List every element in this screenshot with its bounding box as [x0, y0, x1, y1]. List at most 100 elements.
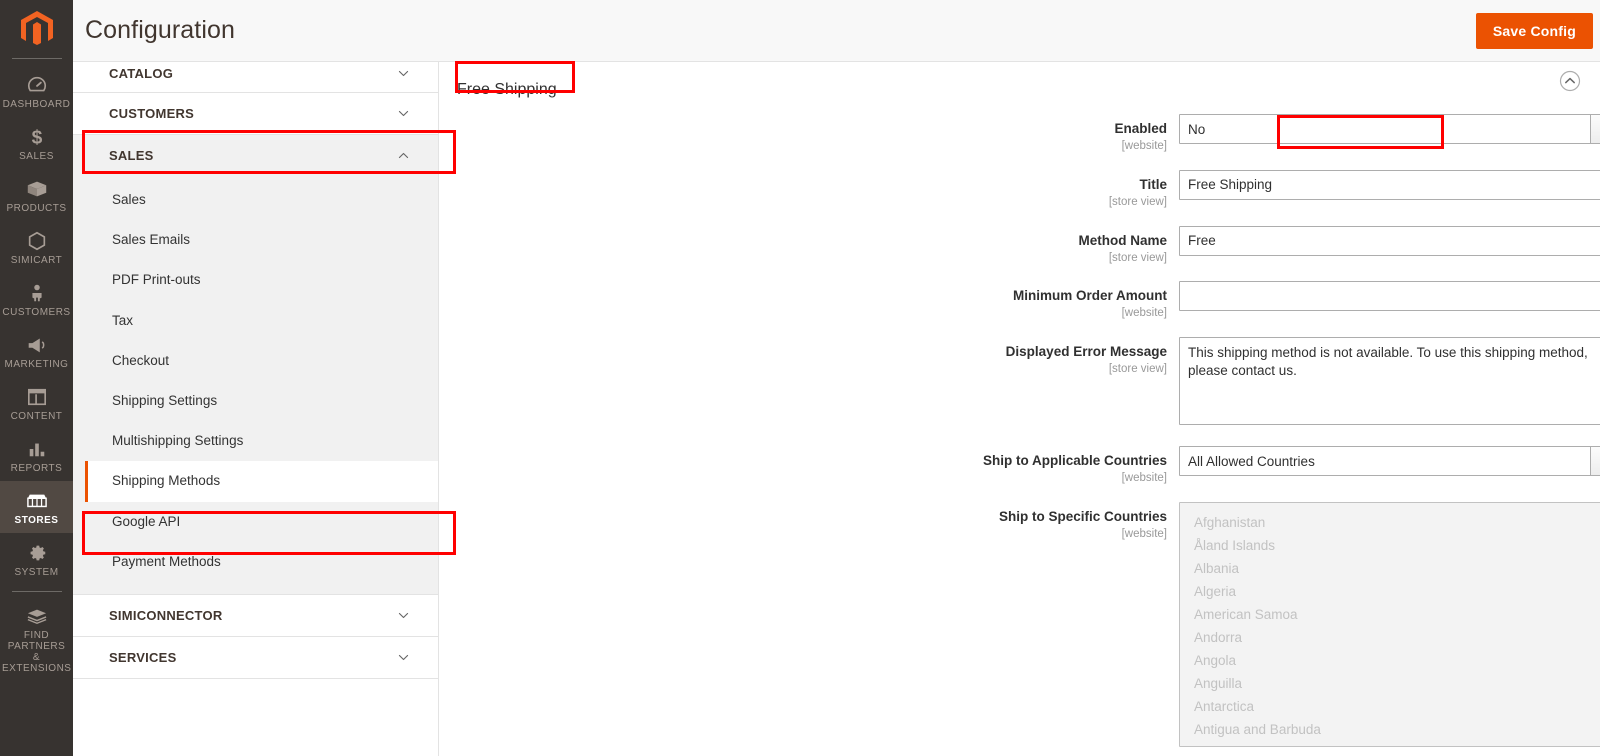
- minimum-order-amount-input[interactable]: [1179, 281, 1600, 312]
- country-option[interactable]: Afghanistan: [1180, 511, 1600, 534]
- displayed-error-message-textarea[interactable]: This shipping method is not available. T…: [1179, 337, 1600, 426]
- bar-chart-icon: [2, 437, 71, 461]
- chevron-down-icon: [397, 651, 410, 664]
- nav-item-sales-emails[interactable]: Sales Emails: [73, 220, 438, 260]
- field-row-method-name: Method Name [store view] Use system valu…: [439, 225, 1600, 266]
- svg-text:$: $: [31, 127, 42, 148]
- nav-section-catalog[interactable]: CATALOG: [73, 62, 438, 93]
- rail-item-reports[interactable]: REPORTS: [0, 429, 73, 481]
- field-control-ship-to-applicable-countries: Use system value: [1179, 446, 1600, 477]
- title-input[interactable]: [1179, 169, 1600, 200]
- field-control-method-name: Use system value: [1179, 225, 1600, 256]
- nav-item-checkout[interactable]: Checkout: [73, 341, 438, 381]
- section-header: Free Shipping: [439, 62, 1600, 114]
- field-label-title: Title [store view]: [439, 170, 1179, 210]
- country-option[interactable]: Antarctica: [1180, 695, 1600, 718]
- label-text: Ship to Specific Countries: [998, 509, 1167, 525]
- field-label-enabled: Enabled [website]: [439, 114, 1179, 154]
- rail-label: CONTENT: [10, 411, 63, 422]
- field-control-displayed-error-message: This shipping method is not available. T…: [1179, 337, 1600, 430]
- rail-label: STORES: [14, 515, 59, 526]
- nav-item-label: Sales Emails: [112, 232, 191, 248]
- label-scope: [store view]: [1108, 195, 1167, 208]
- nav-item-label: Payment Methods: [112, 553, 221, 569]
- field-row-ship-to-applicable-countries: Ship to Applicable Countries [website] U…: [439, 446, 1600, 486]
- rail-label: CUSTOMERS: [2, 307, 71, 318]
- nav-section-label: SALES: [109, 148, 154, 163]
- config-form: Free Shipping Enabled [website] No Title…: [438, 62, 1600, 756]
- label-scope: [website]: [1121, 139, 1167, 152]
- nav-item-label: Checkout: [112, 352, 170, 368]
- rail-label: MARKETING: [4, 359, 69, 370]
- nav-section-label: SIMICONNECTOR: [109, 607, 223, 623]
- rail-item-dashboard[interactable]: DASHBOARD: [0, 65, 73, 117]
- chevron-down-icon[interactable]: [1590, 115, 1600, 143]
- field-row-ship-to-specific-countries: Ship to Specific Countries [website] Afg…: [439, 502, 1600, 748]
- nav-section-label: CUSTOMERS: [109, 106, 195, 121]
- nav-section-label: CATALOG: [109, 66, 174, 81]
- layout-panel-icon: [2, 385, 71, 409]
- country-option-list: Afghanistan Åland Islands Albania Algeria Am…: [1180, 503, 1600, 741]
- rail-label: PRODUCTS: [6, 203, 67, 214]
- ship-to-applicable-countries-select-wrap: [1179, 446, 1600, 477]
- nav-item-sales[interactable]: Sales: [73, 180, 438, 220]
- country-option[interactable]: Åland Islands: [1180, 534, 1600, 557]
- nav-item-label: PDF Print-outs: [112, 272, 201, 288]
- nav-section-customers[interactable]: CUSTOMERS: [73, 93, 438, 135]
- nav-item-label: Shipping Methods: [112, 473, 221, 489]
- rail-item-sales[interactable]: $ SALES: [0, 117, 73, 169]
- rail-label: REPORTS: [10, 463, 63, 474]
- chevron-down-icon: [397, 67, 410, 80]
- country-option[interactable]: American Samoa: [1180, 603, 1600, 626]
- nav-item-google-api[interactable]: Google API: [73, 502, 438, 542]
- rail-label: FIND PARTNERS & EXTENSIONS: [2, 630, 72, 674]
- rail-item-products[interactable]: PRODUCTS: [0, 169, 73, 221]
- method-name-input[interactable]: [1179, 225, 1600, 256]
- country-option[interactable]: Algeria: [1180, 580, 1600, 603]
- field-label-method-name: Method Name [store view]: [439, 226, 1179, 266]
- rail-label: DASHBOARD: [2, 99, 71, 110]
- rail-item-marketing[interactable]: MARKETING: [0, 325, 73, 377]
- country-option[interactable]: Albania: [1180, 557, 1600, 580]
- field-control-minimum-order-amount: [1179, 281, 1600, 312]
- country-option[interactable]: Anguilla: [1180, 672, 1600, 695]
- label-scope: [store view]: [1108, 363, 1167, 376]
- dashboard-gauge-icon: [2, 73, 71, 97]
- label-text: Title: [1139, 176, 1167, 192]
- config-nav: CATALOG CUSTOMERS SALES Sales Sales Emai…: [73, 62, 438, 756]
- magento-logo-icon[interactable]: [0, 0, 73, 58]
- nav-item-tax[interactable]: Tax: [73, 301, 438, 341]
- nav-item-payment-methods[interactable]: Payment Methods: [73, 542, 438, 582]
- nav-section-simiconnector[interactable]: SIMICONNECTOR: [73, 593, 438, 637]
- ship-to-applicable-countries-select[interactable]: [1179, 446, 1600, 477]
- rail-item-customers[interactable]: CUSTOMERS: [0, 273, 73, 325]
- nav-section-services[interactable]: SERVICES: [73, 636, 438, 679]
- ship-to-specific-countries-multiselect[interactable]: Afghanistan Åland Islands Albania Algeria Am…: [1179, 502, 1600, 748]
- chevron-down-icon[interactable]: [1590, 447, 1600, 476]
- megaphone-icon: [2, 333, 71, 357]
- country-option[interactable]: Angola: [1180, 649, 1600, 672]
- field-row-minimum-order-amount: Minimum Order Amount [website]: [439, 281, 1600, 321]
- country-option[interactable]: Andorra: [1180, 626, 1600, 649]
- label-text: Minimum Order Amount: [1013, 288, 1167, 304]
- rail-item-system[interactable]: SYSTEM: [0, 533, 73, 585]
- storefront-icon: [2, 489, 71, 513]
- chevron-up-circle-icon[interactable]: [1559, 70, 1581, 92]
- nav-item-pdf-print-outs[interactable]: PDF Print-outs: [73, 260, 438, 300]
- nav-item-label: Tax: [112, 312, 134, 328]
- rail-item-simicart[interactable]: SIMICART: [0, 221, 73, 273]
- page-header: Configuration Save Config: [73, 0, 1600, 62]
- rail-label: SYSTEM: [14, 567, 59, 578]
- rail-item-stores[interactable]: STORES: [0, 481, 73, 533]
- rail-item-content[interactable]: CONTENT: [0, 377, 73, 429]
- save-config-button[interactable]: Save Config: [1475, 12, 1593, 49]
- nav-item-shipping-settings[interactable]: Shipping Settings: [73, 381, 438, 421]
- enabled-select[interactable]: [1179, 114, 1600, 144]
- nav-item-shipping-methods[interactable]: Shipping Methods: [85, 461, 438, 502]
- country-option[interactable]: Antigua and Barbuda: [1180, 718, 1600, 741]
- nav-item-multishipping-settings[interactable]: Multishipping Settings: [73, 421, 438, 461]
- rail-item-find-partners-extensions[interactable]: FIND PARTNERS & EXTENSIONS: [0, 596, 73, 681]
- package-icon: [2, 604, 71, 628]
- nav-section-sales[interactable]: SALES: [73, 135, 438, 176]
- rail-label: SIMICART: [10, 255, 63, 266]
